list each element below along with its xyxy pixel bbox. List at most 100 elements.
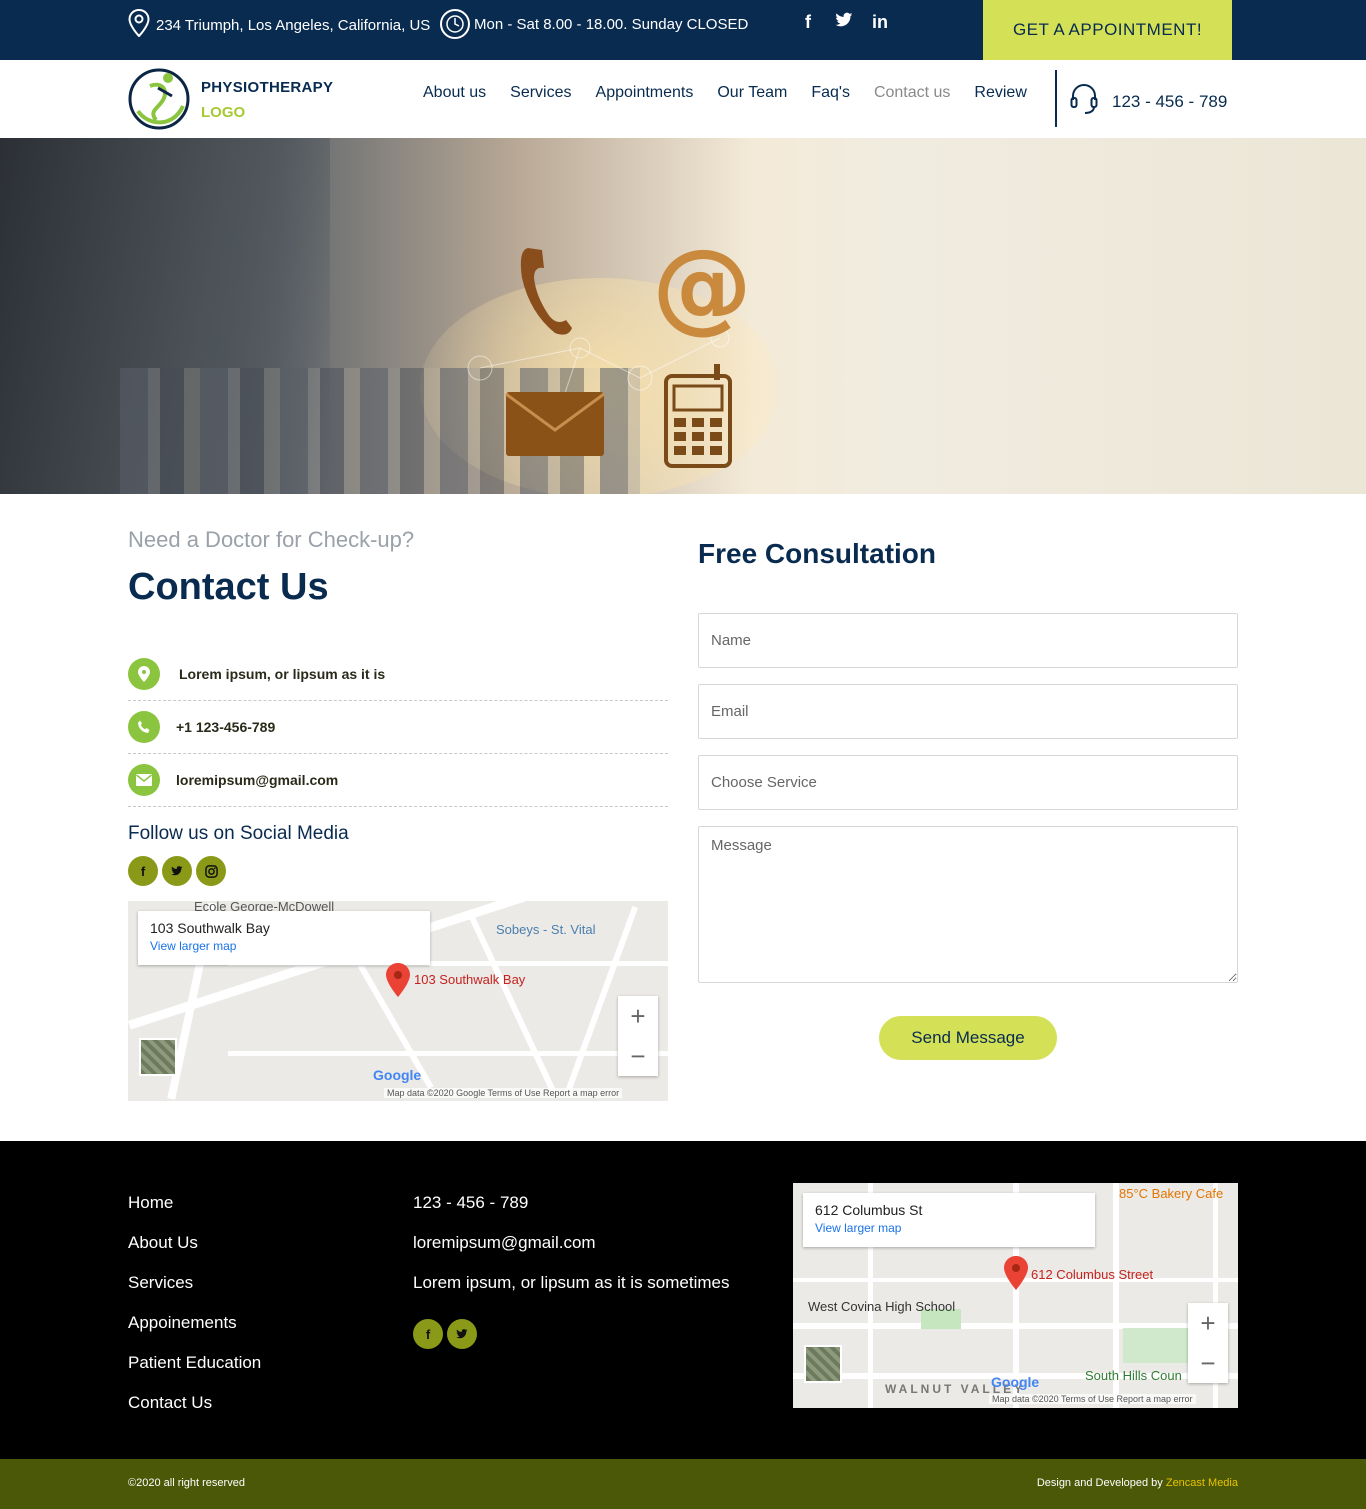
location-pin-icon bbox=[128, 658, 160, 690]
phone-icon bbox=[128, 711, 160, 743]
logo-icon[interactable] bbox=[128, 66, 190, 130]
footer-link-services[interactable]: Services bbox=[128, 1273, 261, 1313]
map-footer: Map data ©2020 Google Terms of Use Repor… bbox=[384, 1088, 623, 1098]
instagram-icon[interactable] bbox=[196, 856, 226, 886]
facebook-icon[interactable]: f bbox=[413, 1319, 443, 1349]
footer-address: Lorem ipsum, or lipsum as it is sometime… bbox=[413, 1273, 730, 1292]
footer-contact: 123 - 456 - 789 loremipsum@gmail.com Lor… bbox=[413, 1193, 729, 1313]
zoom-out-button[interactable]: − bbox=[1188, 1343, 1228, 1383]
email-field[interactable] bbox=[698, 684, 1238, 739]
name-field[interactable] bbox=[698, 613, 1238, 668]
address-info: 234 Triumph, Los Angeles, California, US bbox=[128, 8, 431, 41]
address-text: 234 Triumph, Los Angeles, California, US bbox=[156, 16, 431, 34]
footer-map[interactable]: 85°C Bakery Cafe West Covina High School… bbox=[793, 1183, 1238, 1408]
contact-title: Contact Us bbox=[128, 566, 329, 608]
google-logo: Google bbox=[991, 1374, 1040, 1390]
hours-text: Mon - Sat 8.00 - 18.00. Sunday CLOSED bbox=[474, 15, 749, 33]
footer-social-links: f bbox=[413, 1319, 477, 1349]
hours-info: Mon - Sat 8.00 - 18.00. Sunday CLOSED bbox=[440, 8, 748, 40]
nav-divider bbox=[1055, 70, 1057, 127]
top-bar: 234 Triumph, Los Angeles, California, US… bbox=[0, 0, 1366, 60]
nav-about-us[interactable]: About us bbox=[423, 84, 486, 102]
twitter-icon[interactable] bbox=[162, 856, 192, 886]
contact-social-links: f bbox=[128, 856, 226, 886]
map-footer: Map data ©2020 Terms of Use Report a map… bbox=[989, 1394, 1196, 1404]
footer-link-appointments[interactable]: Appoinements bbox=[128, 1313, 261, 1353]
map-info-card: 103 Southwalk Bay View larger map bbox=[138, 911, 430, 965]
hero-contact-icons: @ bbox=[467, 227, 752, 468]
clock-icon bbox=[440, 9, 470, 39]
map-poi-school: West Covina High School bbox=[808, 1299, 956, 1314]
map-marker-icon[interactable] bbox=[386, 963, 410, 997]
contact-phone[interactable]: +1 123-456-789 bbox=[176, 719, 275, 735]
view-larger-map-link[interactable]: View larger map bbox=[815, 1221, 1083, 1235]
service-select[interactable] bbox=[698, 755, 1238, 810]
map-marker-label: 612 Columbus Street bbox=[1031, 1267, 1154, 1282]
logo-title: PHYSIOTHERAPY bbox=[201, 79, 334, 96]
map-zoom-controls: + − bbox=[618, 996, 658, 1076]
send-message-button[interactable]: Send Message bbox=[879, 1016, 1057, 1060]
nav-faqs[interactable]: Faq's bbox=[811, 84, 850, 102]
footer-link-about[interactable]: About Us bbox=[128, 1233, 261, 1273]
zoom-in-button[interactable]: + bbox=[1188, 1303, 1228, 1343]
contact-email[interactable]: loremipsum@gmail.com bbox=[176, 772, 338, 788]
satellite-toggle[interactable] bbox=[139, 1038, 177, 1076]
nav-appointments[interactable]: Appointments bbox=[596, 84, 694, 102]
footer-link-patient-education[interactable]: Patient Education bbox=[128, 1353, 261, 1393]
main-nav: About us Services Appointments Our Team … bbox=[423, 84, 1051, 102]
facebook-icon[interactable]: f bbox=[797, 12, 819, 33]
zoom-out-button[interactable]: − bbox=[618, 1036, 658, 1076]
header-phone[interactable]: 123 - 456 - 789 bbox=[1070, 82, 1227, 121]
zoom-in-button[interactable]: + bbox=[618, 996, 658, 1036]
footer-phone[interactable]: 123 - 456 - 789 bbox=[413, 1193, 729, 1233]
footer-links: Home About Us Services Appoinements Pati… bbox=[128, 1193, 261, 1433]
contact-phone-row: +1 123-456-789 bbox=[128, 701, 668, 754]
map-poi-store: Sobeys - St. Vital bbox=[496, 922, 596, 937]
map-place-name: 612 Columbus St bbox=[815, 1202, 923, 1218]
map-place-name: 103 Southwalk Bay bbox=[150, 920, 270, 936]
form-title: Free Consultation bbox=[698, 538, 937, 569]
nav-contact-us[interactable]: Contact us bbox=[874, 84, 950, 102]
message-field[interactable] bbox=[698, 826, 1238, 983]
contact-address-row: Lorem ipsum, or lipsum as it is bbox=[128, 648, 668, 701]
google-logo: Google bbox=[373, 1067, 422, 1083]
header-phone-number: 123 - 456 - 789 bbox=[1112, 91, 1228, 111]
contact-email-row: loremipsum@gmail.com bbox=[128, 754, 668, 807]
location-pin-icon bbox=[128, 8, 150, 41]
twitter-icon[interactable] bbox=[447, 1319, 477, 1349]
footer-link-contact[interactable]: Contact Us bbox=[128, 1393, 261, 1433]
nav-review[interactable]: Review bbox=[974, 84, 1026, 102]
contact-map[interactable]: Ecole George-McDowell Sobeys - St. Vital… bbox=[128, 901, 668, 1101]
map-marker-icon[interactable] bbox=[1004, 1256, 1028, 1290]
map-poi-south-hills: South Hills Coun bbox=[1085, 1368, 1182, 1383]
map-info-card: 612 Columbus St View larger map bbox=[803, 1193, 1095, 1247]
contact-eyebrow: Need a Doctor for Check-up? bbox=[128, 527, 415, 552]
twitter-icon[interactable] bbox=[833, 12, 855, 33]
map-marker-label: 103 Southwalk Bay bbox=[414, 972, 526, 987]
get-appointment-button[interactable]: GET A APPOINTMENT! bbox=[983, 0, 1232, 60]
top-social-links: f in bbox=[797, 12, 891, 33]
footer-email[interactable]: loremipsum@gmail.com bbox=[413, 1233, 729, 1273]
copyright: ©2020 all right reserved bbox=[128, 1477, 245, 1489]
hero-banner: @ bbox=[0, 138, 1366, 494]
map-zoom-controls: + − bbox=[1188, 1303, 1228, 1383]
satellite-toggle[interactable] bbox=[804, 1345, 842, 1383]
credit: Design and Developed by Zencast Media bbox=[1037, 1477, 1238, 1489]
contact-address: Lorem ipsum, or lipsum as it is bbox=[179, 666, 386, 682]
nav-services[interactable]: Services bbox=[510, 84, 571, 102]
headset-icon bbox=[1070, 82, 1112, 121]
facebook-icon[interactable]: f bbox=[128, 856, 158, 886]
logo-subtitle: LOGO bbox=[201, 104, 246, 121]
footer-link-home[interactable]: Home bbox=[128, 1193, 261, 1233]
site-footer: Home About Us Services Appoinements Pati… bbox=[0, 1141, 1366, 1459]
bottom-bar: ©2020 all right reserved Design and Deve… bbox=[0, 1459, 1366, 1509]
linkedin-icon[interactable]: in bbox=[869, 12, 891, 33]
credit-prefix: Design and Developed by bbox=[1036, 1477, 1166, 1489]
view-larger-map-link[interactable]: View larger map bbox=[150, 939, 418, 953]
main-header: PHYSIOTHERAPY LOGO About us Services App… bbox=[0, 60, 1366, 138]
credit-brand-link[interactable]: Zencast Media bbox=[1166, 1477, 1238, 1489]
svg-text:@: @ bbox=[652, 227, 752, 344]
nav-our-team[interactable]: Our Team bbox=[717, 84, 787, 102]
envelope-icon bbox=[128, 764, 160, 796]
follow-heading: Follow us on Social Media bbox=[128, 823, 349, 844]
